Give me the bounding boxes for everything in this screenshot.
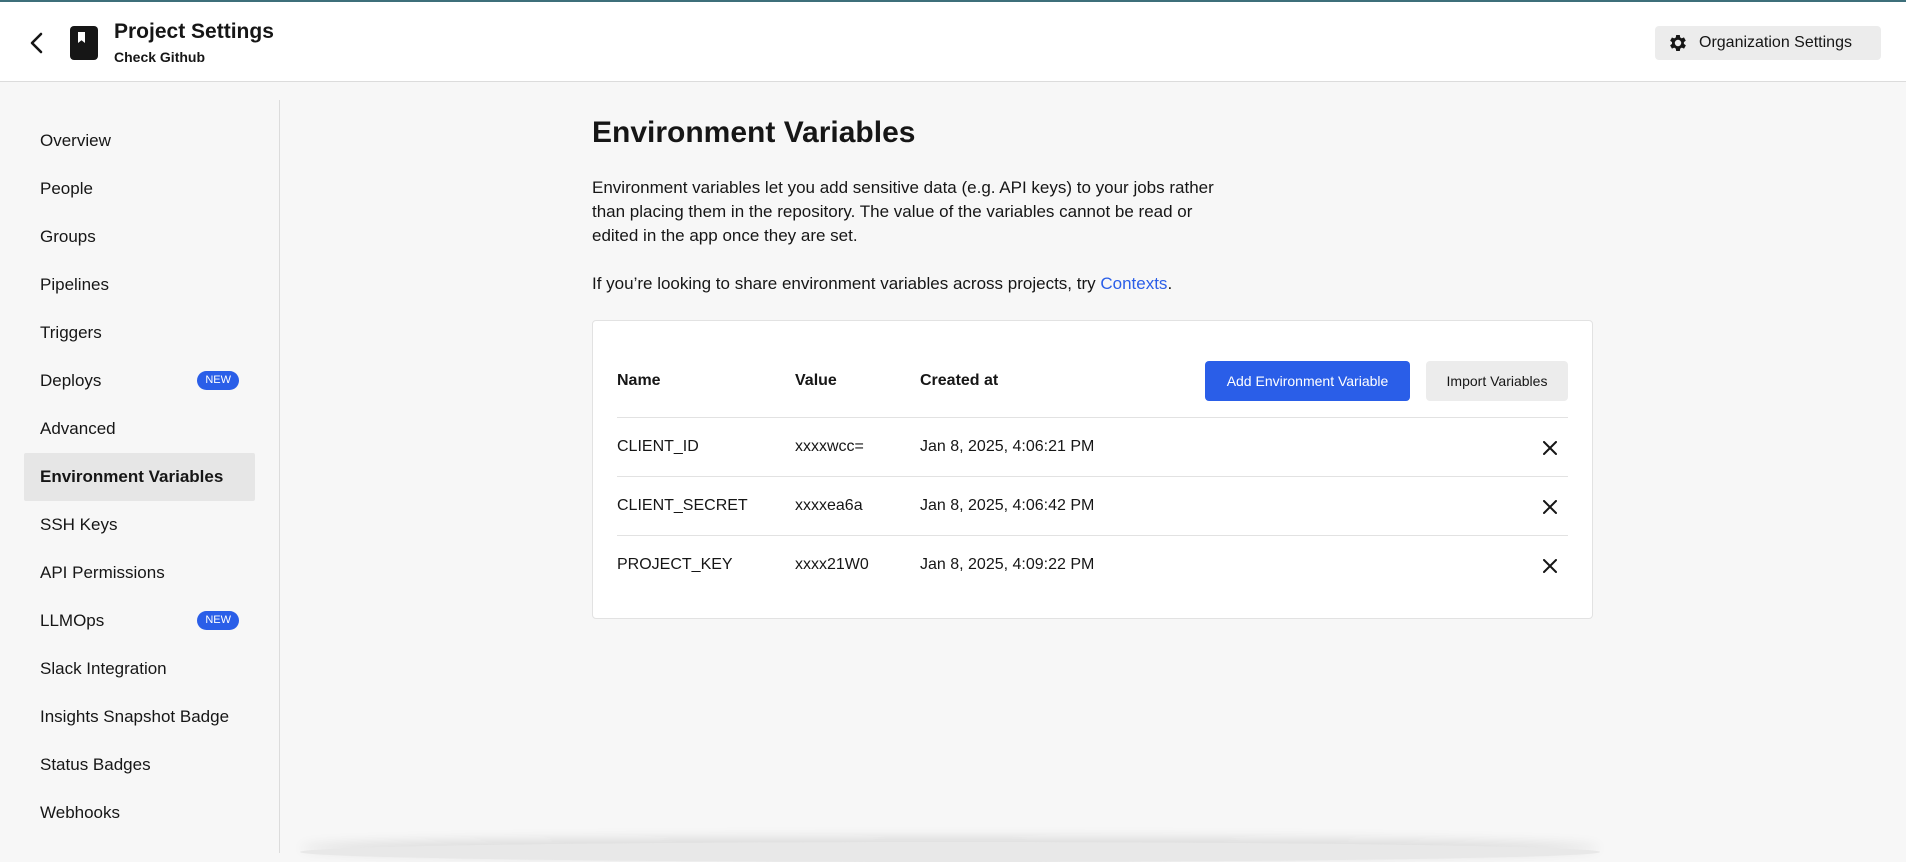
close-icon bbox=[1543, 559, 1557, 573]
delete-variable-button[interactable] bbox=[1538, 495, 1562, 519]
sidebar-item-label: Status Badges bbox=[40, 755, 151, 774]
cell-value: xxxxea6a bbox=[795, 497, 863, 514]
cell-value: xxxx21W0 bbox=[795, 556, 869, 573]
sidebar-item-label: People bbox=[40, 179, 93, 198]
sidebar-item-label: Slack Integration bbox=[40, 659, 167, 678]
sidebar-item-label: Webhooks bbox=[40, 803, 121, 822]
import-variables-button[interactable]: Import Variables bbox=[1426, 361, 1568, 401]
sidebar-item-label: Insights Snapshot Badge bbox=[40, 707, 230, 726]
sidebar-item-webhooks[interactable]: Webhooks bbox=[24, 789, 255, 837]
sidebar-item-people[interactable]: People bbox=[24, 165, 255, 213]
share-text: If you’re looking to share environment v… bbox=[592, 274, 1101, 293]
column-header-name: Name bbox=[617, 372, 661, 389]
close-icon bbox=[1543, 441, 1557, 455]
sidebar-item-overview[interactable]: Overview bbox=[24, 117, 255, 165]
column-header-created: Created at bbox=[920, 372, 999, 389]
cell-created: Jan 8, 2025, 4:09:22 PM bbox=[920, 556, 1095, 573]
section-title: Environment Variables bbox=[592, 116, 916, 149]
back-button[interactable] bbox=[22, 28, 52, 58]
sidebar-item-label: Triggers bbox=[40, 323, 102, 342]
project-name: Check Github bbox=[114, 49, 206, 65]
organization-settings-button[interactable]: Organization Settings bbox=[1655, 26, 1881, 60]
cell-value: xxxxwcc= bbox=[795, 438, 864, 455]
contexts-link[interactable]: Contexts bbox=[1100, 274, 1167, 293]
sidebar-item-label: API Permissions bbox=[40, 563, 165, 582]
cell-name: PROJECT_KEY bbox=[617, 556, 733, 573]
share-hint: If you’re looking to share environment v… bbox=[592, 272, 1172, 296]
sidebar-item-advanced[interactable]: Advanced bbox=[24, 405, 255, 453]
sidebar-item-label: SSH Keys bbox=[40, 515, 118, 534]
sidebar-divider bbox=[279, 100, 280, 853]
sidebar-item-label: Groups bbox=[40, 227, 96, 246]
sidebar-item-deploys[interactable]: Deploys NEW bbox=[24, 357, 255, 405]
share-suffix: . bbox=[1167, 274, 1173, 293]
delete-variable-button[interactable] bbox=[1538, 554, 1562, 578]
row-divider bbox=[617, 417, 1568, 418]
delete-variable-button[interactable] bbox=[1538, 436, 1562, 460]
organization-settings-label: Organization Settings bbox=[1699, 34, 1852, 51]
column-header-value: Value bbox=[795, 372, 837, 389]
add-environment-variable-button[interactable]: Add Environment Variable bbox=[1205, 361, 1410, 401]
sidebar-item-label: LLMOps bbox=[40, 611, 105, 630]
sidebar-item-label: Advanced bbox=[40, 419, 116, 438]
page-title: Project Settings bbox=[114, 20, 274, 43]
cell-created: Jan 8, 2025, 4:06:42 PM bbox=[920, 497, 1095, 514]
sidebar-item-label: Overview bbox=[40, 131, 111, 150]
sidebar-item-environment-variables[interactable]: Environment Variables bbox=[24, 453, 255, 501]
sidebar-item-label: Pipelines bbox=[40, 275, 109, 294]
sidebar-item-insights-snapshot-badge[interactable]: Insights Snapshot Badge bbox=[24, 693, 255, 741]
sidebar-item-label: Environment Variables bbox=[40, 467, 224, 486]
top-bar: Project Settings Check Github Organizati… bbox=[0, 0, 1906, 82]
settings-sidebar: Overview People Groups Pipelines Trigger… bbox=[0, 82, 279, 853]
sidebar-item-slack-integration[interactable]: Slack Integration bbox=[24, 645, 255, 693]
row-divider bbox=[617, 535, 1568, 536]
sidebar-item-pipelines[interactable]: Pipelines bbox=[24, 261, 255, 309]
sidebar-item-label: Deploys bbox=[40, 371, 102, 390]
bottom-panel-edge bbox=[300, 842, 1600, 862]
chevron-left-icon bbox=[30, 32, 43, 54]
sidebar-item-status-badges[interactable]: Status Badges bbox=[24, 741, 255, 789]
row-divider bbox=[617, 476, 1568, 477]
sidebar-item-api-permissions[interactable]: API Permissions bbox=[24, 549, 255, 597]
project-bookmark-icon bbox=[70, 26, 98, 60]
new-badge: NEW bbox=[197, 371, 239, 390]
sidebar-item-triggers[interactable]: Triggers bbox=[24, 309, 255, 357]
cell-created: Jan 8, 2025, 4:06:21 PM bbox=[920, 438, 1095, 455]
section-description: Environment variables let you add sensit… bbox=[592, 178, 1214, 245]
cell-name: CLIENT_ID bbox=[617, 438, 699, 455]
sidebar-item-llmops[interactable]: LLMOps NEW bbox=[24, 597, 255, 645]
sidebar-item-groups[interactable]: Groups bbox=[24, 213, 255, 261]
sidebar-item-ssh-keys[interactable]: SSH Keys bbox=[24, 501, 255, 549]
gear-icon bbox=[1670, 35, 1686, 51]
new-badge: NEW bbox=[197, 611, 239, 630]
cell-name: CLIENT_SECRET bbox=[617, 497, 748, 514]
close-icon bbox=[1543, 500, 1557, 514]
